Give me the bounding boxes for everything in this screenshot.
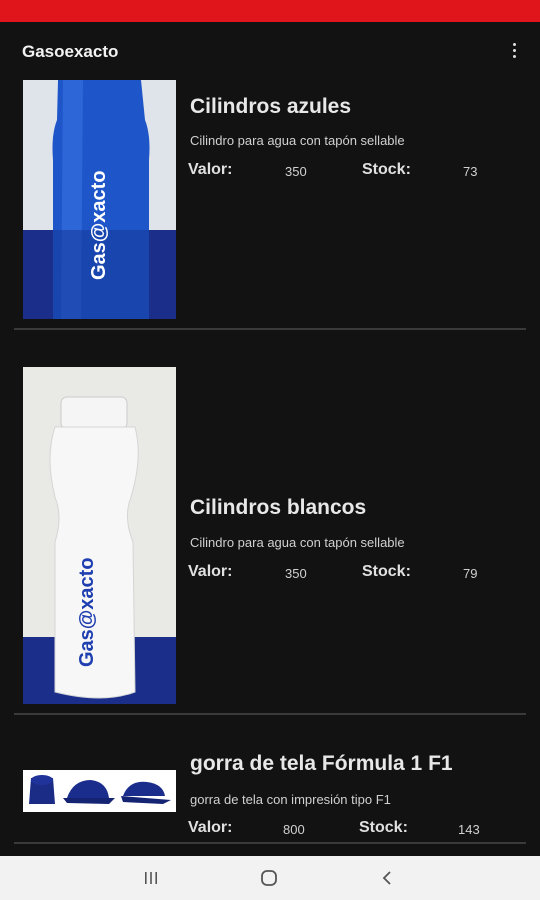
product-description: Cilindro para agua con tapón sellable — [190, 133, 405, 148]
app-bar: Gasoexacto — [0, 22, 540, 78]
divider — [14, 713, 526, 715]
stock-label: Stock: — [362, 161, 411, 178]
app-title: Gasoexacto — [22, 42, 119, 61]
more-vert-icon — [512, 41, 516, 59]
stock-label: Stock: — [359, 819, 408, 836]
product-image-caps — [23, 770, 176, 812]
divider — [14, 328, 526, 330]
product-image-text: Gas@xacto — [76, 557, 98, 667]
valor-value: 350 — [285, 566, 307, 581]
valor-label: Valor: — [188, 563, 233, 580]
valor-label: Valor: — [188, 819, 233, 836]
product-description: Cilindro para agua con tapón sellable — [190, 535, 405, 550]
product-image-blue-bottle: Gas@xacto — [23, 80, 176, 319]
product-name: gorra de tela Fórmula 1 F1 — [190, 752, 453, 775]
valor-value: 800 — [283, 822, 305, 837]
product-image-text: Gas@xacto — [88, 170, 110, 280]
product-image-white-bottle: Gas@xacto — [23, 367, 176, 704]
recent-apps-icon — [145, 872, 157, 884]
back-icon — [382, 871, 391, 885]
back-button[interactable] — [367, 864, 407, 892]
stock-value: 79 — [463, 566, 478, 581]
home-button[interactable] — [249, 864, 289, 892]
valor-value: 350 — [285, 164, 307, 179]
system-navigation-bar — [0, 856, 540, 900]
product-name: Cilindros blancos — [190, 496, 367, 519]
stock-value: 143 — [458, 822, 480, 837]
product-description: gorra de tela con impresión tipo F1 — [190, 792, 391, 807]
valor-label: Valor: — [188, 161, 233, 178]
home-icon — [261, 870, 277, 886]
product-name: Cilindros azules — [190, 95, 352, 118]
recent-apps-button[interactable] — [131, 864, 171, 892]
stock-label: Stock: — [362, 563, 411, 580]
stock-value: 73 — [463, 164, 478, 179]
divider — [14, 842, 526, 844]
status-bar — [0, 0, 540, 22]
overflow-menu-button[interactable] — [502, 38, 526, 62]
